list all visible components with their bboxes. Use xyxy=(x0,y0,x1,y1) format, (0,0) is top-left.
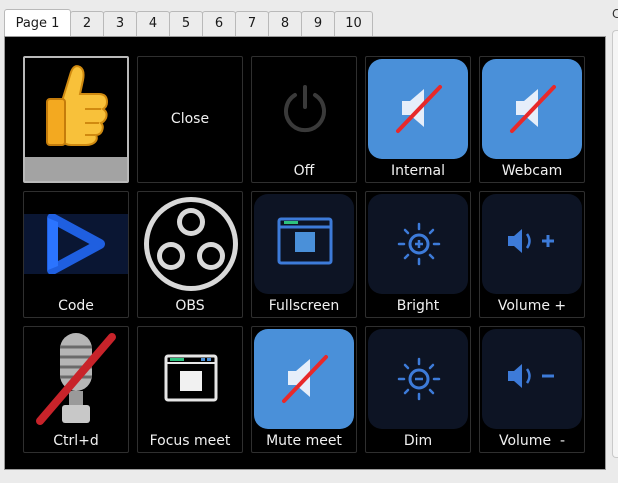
tab-page-10[interactable]: 10 xyxy=(334,11,373,36)
off-button[interactable]: Off xyxy=(251,56,357,183)
webcam-button[interactable]: Webcam xyxy=(479,56,585,183)
fullscreen-button[interactable]: Fullscreen xyxy=(251,191,357,318)
close-label: Close xyxy=(170,111,210,127)
power-icon xyxy=(284,85,326,133)
selection-bar xyxy=(25,157,127,181)
thumbs-up-icon xyxy=(46,65,109,146)
off-label: Off xyxy=(293,163,315,179)
dim-button[interactable]: Dim xyxy=(365,326,471,453)
ctrl-d-button[interactable]: Ctrl+d xyxy=(23,326,129,453)
code-label: Code xyxy=(58,298,94,314)
volume-up-icon xyxy=(508,229,554,253)
bright-button[interactable]: Bright xyxy=(365,191,471,318)
obs-label: OBS xyxy=(175,298,205,314)
close-button[interactable]: Close xyxy=(137,56,243,183)
button-deck: Close Off Internal Webcam Code OBS Fulls… xyxy=(4,36,606,470)
tab-page-4[interactable]: 4 xyxy=(136,11,170,36)
mute-meet-label: Mute meet xyxy=(266,433,342,449)
bright-label: Bright xyxy=(396,298,440,314)
internal-button[interactable]: Internal xyxy=(365,56,471,183)
microphone-off-icon xyxy=(36,333,116,425)
focus-meet-button[interactable]: Focus meet xyxy=(137,326,243,453)
page-tabs: Page 1 2 3 4 5 6 7 8 9 10 xyxy=(4,9,373,36)
volume-up-label: Volume + xyxy=(497,298,567,314)
muted-speaker-icon xyxy=(396,85,442,133)
volume-up-button[interactable]: Volume + xyxy=(479,191,585,318)
code-button[interactable]: Code xyxy=(23,191,129,318)
tab-page-8[interactable]: 8 xyxy=(268,11,302,36)
obs-logo-icon xyxy=(144,197,238,291)
tab-page-6[interactable]: 6 xyxy=(202,11,236,36)
ctrl-d-label: Ctrl+d xyxy=(53,433,99,449)
mute-meet-button[interactable]: Mute meet xyxy=(251,326,357,453)
fullscreen-label: Fullscreen xyxy=(268,298,340,314)
muted-speaker-icon xyxy=(510,85,556,133)
brightness-up-icon xyxy=(397,222,441,266)
button-grid: Close Off Internal Webcam Code OBS Fulls… xyxy=(23,56,585,453)
thumbs-up-button[interactable] xyxy=(23,56,129,183)
obs-button[interactable]: OBS xyxy=(137,191,243,318)
tab-page-5[interactable]: 5 xyxy=(169,11,203,36)
webcam-label: Webcam xyxy=(501,163,563,179)
dim-label: Dim xyxy=(403,433,433,449)
window-focus-icon xyxy=(164,354,218,402)
right-panel-title: C xyxy=(612,7,618,21)
tab-page-7[interactable]: 7 xyxy=(235,11,269,36)
internal-label: Internal xyxy=(391,163,445,179)
tab-page-9[interactable]: 9 xyxy=(301,11,335,36)
brightness-down-icon xyxy=(397,357,441,401)
right-panel-frame xyxy=(612,30,618,458)
focus-meet-label: Focus meet xyxy=(149,433,231,449)
volume-down-label: Volume - xyxy=(498,433,566,449)
tab-page-3[interactable]: 3 xyxy=(103,11,137,36)
right-panel-edge: C xyxy=(606,0,618,483)
tab-page-2[interactable]: 2 xyxy=(70,11,104,36)
tab-page-1[interactable]: Page 1 xyxy=(4,9,71,36)
volume-down-icon xyxy=(508,364,554,388)
vscode-logo-icon xyxy=(24,214,128,274)
fullscreen-window-icon xyxy=(277,217,333,265)
volume-down-button[interactable]: Volume - xyxy=(479,326,585,453)
muted-speaker-icon xyxy=(282,355,328,403)
